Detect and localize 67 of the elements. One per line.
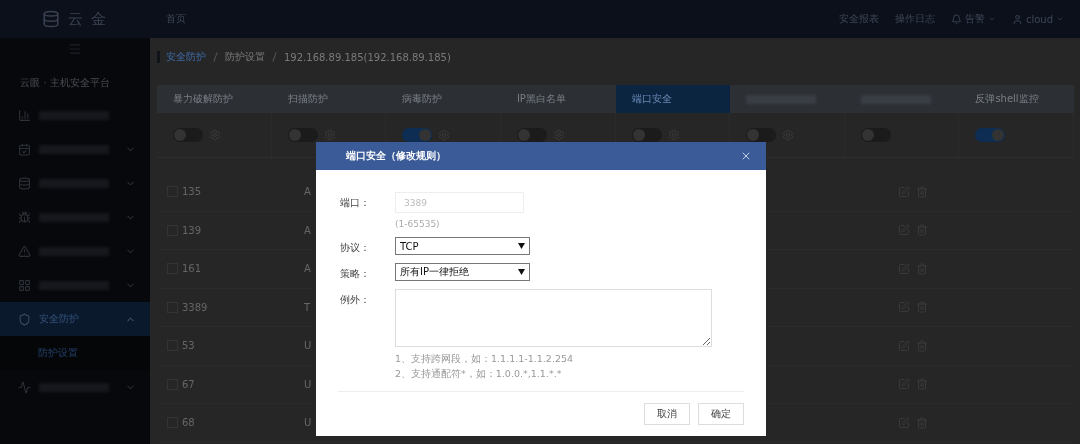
confirm-button[interactable]: 确定 [698, 403, 744, 425]
table-cell-text: U [304, 340, 313, 352]
menu-item-icon [18, 312, 31, 326]
dropdown-field[interactable]: 所有IP一律拒绝 [395, 263, 530, 281]
menu-item-icon [18, 244, 31, 258]
help-note: 2、支持通配符*，如：1.0.0.*,1.1.*.* [395, 368, 563, 381]
menu-item-icon [18, 108, 31, 122]
toggle-switch[interactable] [746, 128, 777, 142]
breadcrumb-item[interactable]: 防护设置 [225, 50, 265, 64]
breadcrumb-item: 192.168.89.185(192.168.89.185) [284, 51, 451, 63]
cancel-button[interactable]: 取消 [644, 403, 690, 425]
logo-icon [41, 10, 60, 28]
tab[interactable]: 暴力破解防护 [157, 85, 272, 113]
table-cell-text: A [304, 186, 312, 198]
port-cell-text: 135 [182, 186, 203, 198]
caret-icon [987, 15, 996, 23]
toggle-switch[interactable] [287, 128, 318, 142]
port-cell-text: 53 [182, 340, 196, 352]
toggle-switch[interactable] [975, 128, 1006, 142]
caret-icon [518, 269, 525, 275]
breadcrumb-item[interactable]: 安全防护 [166, 50, 206, 64]
field-label: 例外： [340, 293, 371, 307]
table-cell-text: A [304, 263, 312, 275]
bell-icon [950, 13, 962, 25]
tab[interactable]: 扫描防护 [271, 85, 387, 113]
settings-icon[interactable] [438, 129, 451, 141]
close-icon[interactable] [740, 150, 752, 162]
sidebar-label: 安全防护 [39, 312, 80, 326]
settings-icon[interactable] [552, 129, 565, 141]
tab[interactable]: 病毒防护 [386, 85, 501, 113]
menu-item-icon [18, 142, 31, 156]
field-label: 端口： [340, 196, 371, 210]
settings-icon[interactable] [323, 129, 336, 141]
dropdown-field[interactable]: TCP [395, 237, 530, 255]
menu-item-icon [18, 278, 31, 292]
toggle-switch[interactable] [860, 128, 891, 142]
tab[interactable]: IP黑白名单 [500, 85, 616, 113]
user-menu[interactable]: cloud [1025, 13, 1053, 25]
field-label: 协议： [340, 241, 371, 255]
field-label: 策略： [340, 267, 371, 281]
port-cell-text: 139 [182, 224, 203, 236]
menu-item-icon [18, 176, 31, 190]
tab[interactable]: 反弹shell监控 [959, 85, 1074, 113]
exceptions-field[interactable] [395, 289, 712, 347]
table-cell-text: U [304, 378, 313, 390]
port-cell-text: 3389 [182, 301, 209, 313]
toggle-switch[interactable] [402, 128, 433, 142]
port-cell-text: 68 [182, 417, 196, 429]
port-cell-text: 161 [182, 263, 203, 275]
settings-icon[interactable] [667, 129, 680, 141]
toggle-switch[interactable] [173, 128, 203, 142]
toggle-switch[interactable] [516, 128, 547, 142]
field-hint: (1-65535) [395, 219, 441, 229]
help-note: 1、支持跨网段，如：1.1.1.1-1.1.2.254 [395, 353, 575, 366]
table-cell-text: A [304, 224, 312, 236]
caret-icon [518, 243, 525, 249]
table-cell-text: U [304, 417, 313, 429]
port-cell-text: 67 [182, 378, 196, 390]
menu-item-icon [18, 210, 31, 224]
caret-icon [1056, 15, 1064, 23]
toggle-switch[interactable] [631, 128, 662, 142]
menu-item-icon [18, 380, 31, 394]
table-cell-text: T [304, 301, 312, 313]
sidebar-item[interactable]: 安全防护 [0, 302, 150, 336]
dialog-title: 端口安全（修改规则） [346, 149, 447, 163]
user-icon [1011, 13, 1023, 25]
tab[interactable]: 端口安全 [615, 85, 731, 113]
